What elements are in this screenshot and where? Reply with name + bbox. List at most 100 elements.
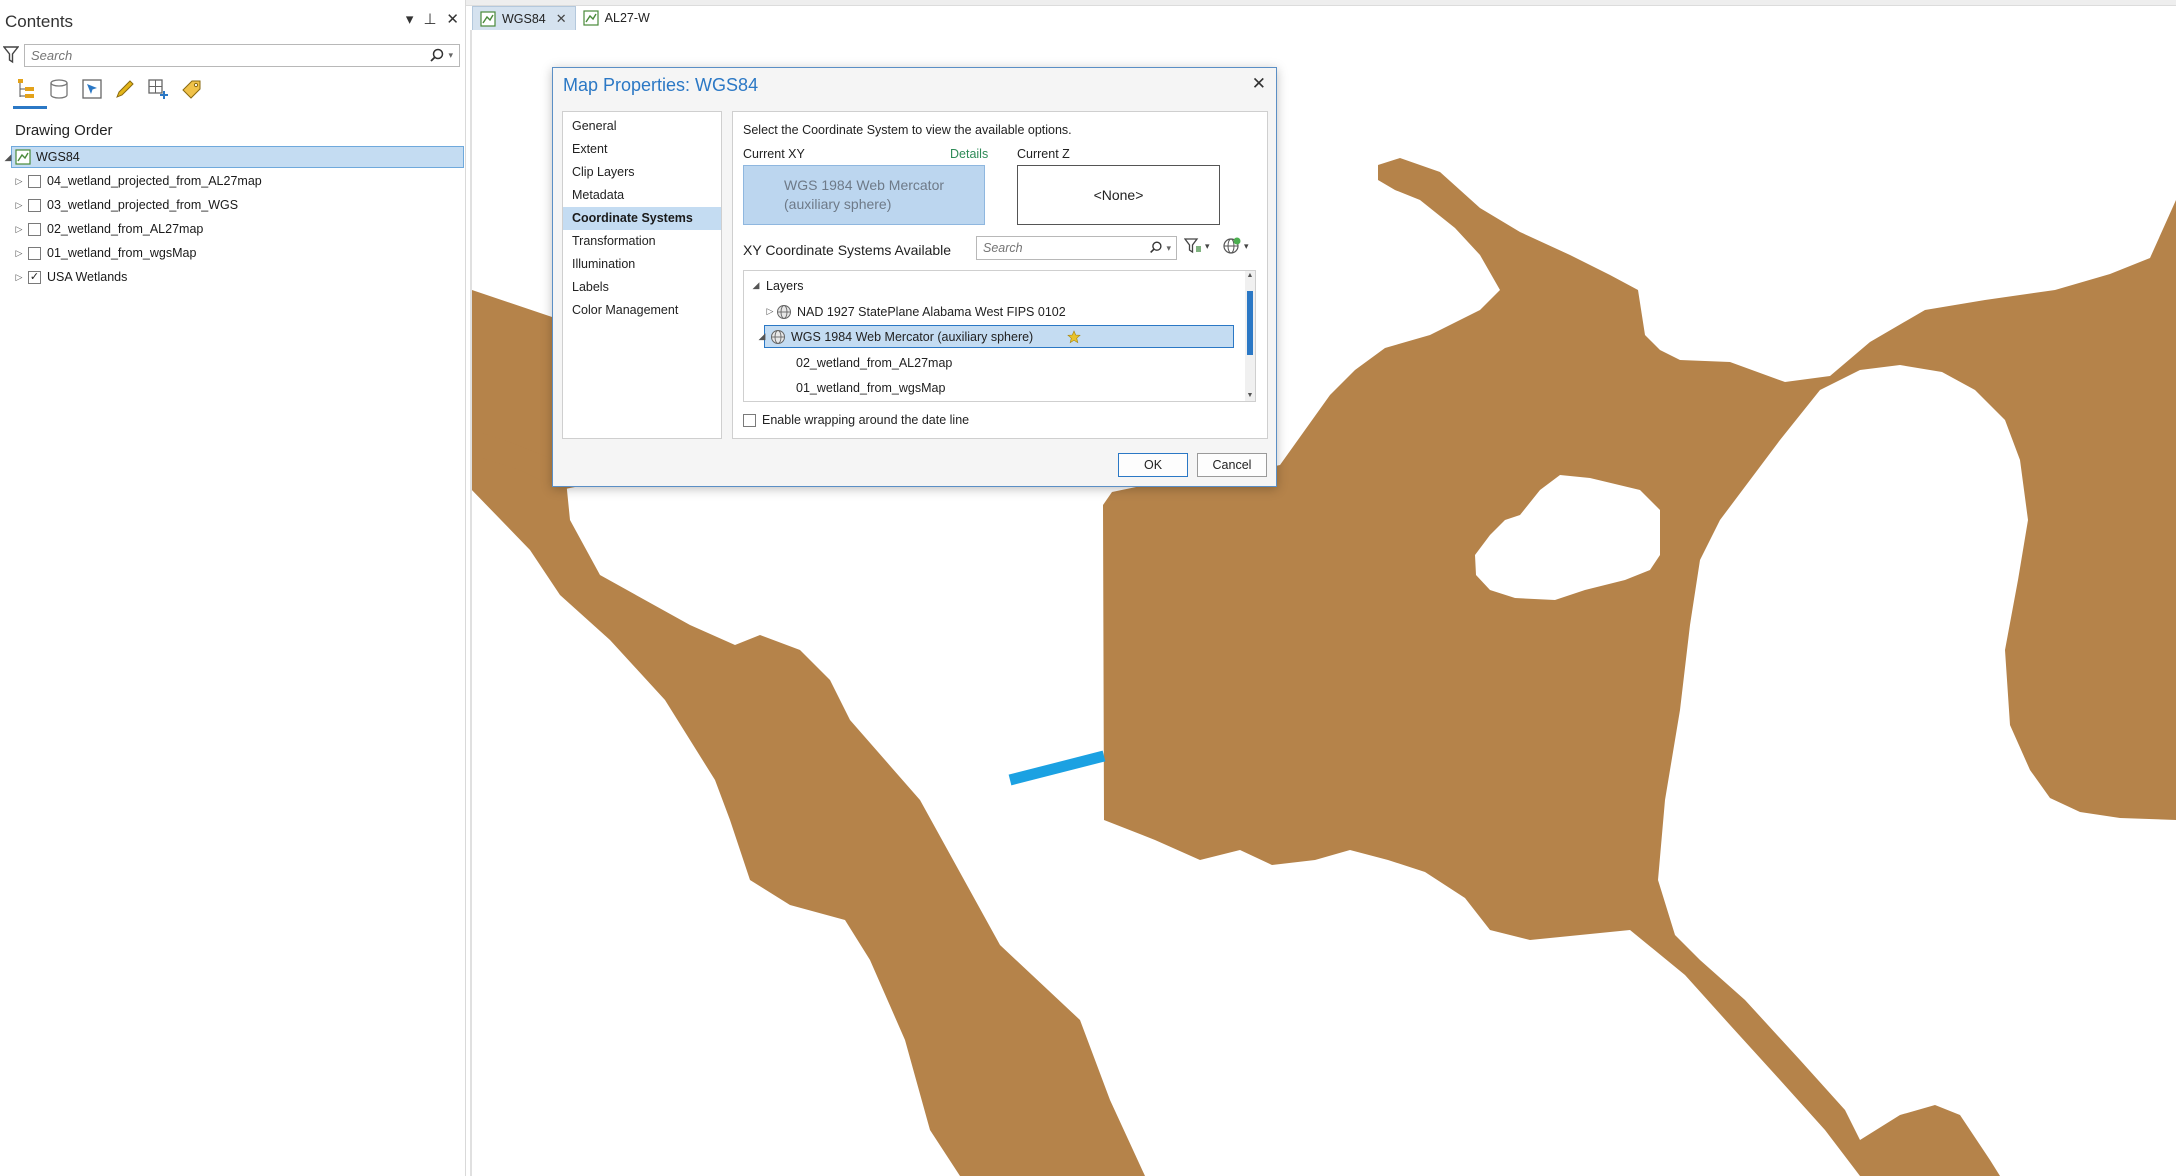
- expand-arrow-icon[interactable]: ▷: [764, 306, 776, 317]
- globe-icon: [777, 304, 791, 319]
- filter-icon[interactable]: [3, 46, 19, 64]
- pane-menu-icon[interactable]: ▾: [406, 10, 414, 28]
- layer-item[interactable]: ▷ 03_wetland_projected_from_WGS: [4, 194, 239, 216]
- close-icon[interactable]: ✕: [1252, 74, 1266, 94]
- dialog-title: Map Properties: WGS84: [563, 75, 759, 95]
- properties-nav: General Extent Clip Layers Metadata Coordina…: [562, 111, 722, 439]
- filter-button[interactable]: ▾: [1184, 237, 1210, 255]
- tree-item-wgs1984-web-mercator[interactable]: ◢ WGS 1984 Web Mercator (auxiliary spher…: [759, 325, 1234, 348]
- tree-root-layers[interactable]: ◢ Layers: [750, 274, 804, 297]
- available-search-input[interactable]: [977, 241, 1149, 255]
- contents-title: Contents: [5, 12, 74, 31]
- contents-search-box[interactable]: ▾: [24, 44, 460, 67]
- coordinate-systems-panel: Select the Coordinate System to view the…: [732, 111, 1268, 439]
- current-xy-line2: (auxiliary sphere): [784, 196, 892, 212]
- layer-visibility-checkbox[interactable]: ✓: [28, 270, 41, 284]
- layer-label: 03_wetland_projected_from_WGS: [47, 198, 239, 212]
- layer-item[interactable]: ▷ ✓ USA Wetlands: [4, 266, 128, 288]
- list-by-editing-icon[interactable]: [113, 76, 137, 102]
- filter-icon: [1184, 238, 1201, 254]
- expand-arrow-icon[interactable]: ▷: [14, 224, 24, 235]
- scroll-thumb[interactable]: [1247, 291, 1253, 355]
- nav-item[interactable]: Coordinate Systems: [563, 207, 721, 230]
- list-by-drawing-order-icon[interactable]: [14, 76, 38, 102]
- wrap-dateline-label: Enable wrapping around the date line: [762, 413, 970, 427]
- wrap-dateline-option[interactable]: Enable wrapping around the date line: [743, 413, 969, 427]
- layer-item[interactable]: ▷ 02_wetland_from_AL27map: [4, 218, 204, 240]
- nav-item[interactable]: General: [563, 115, 721, 138]
- layer-item[interactable]: ▷ 04_wetland_projected_from_AL27map: [4, 170, 262, 192]
- contents-search-input[interactable]: [25, 45, 429, 66]
- details-link[interactable]: Details: [950, 147, 988, 161]
- active-tool-indicator: [13, 106, 47, 109]
- map-icon: [583, 10, 599, 26]
- contents-pane: Contents ▾ ⊥ ✕ ▾: [0, 0, 466, 1176]
- tree-item-nad1927[interactable]: ▷ NAD 1927 StatePlane Alabama West FIPS …: [764, 300, 1066, 323]
- nav-item[interactable]: Transformation: [563, 230, 721, 253]
- globe-icon: [771, 329, 785, 344]
- search-dropdown-icon[interactable]: ▾: [1166, 243, 1171, 254]
- map-icon: [15, 149, 31, 165]
- scroll-up-icon[interactable]: ▲: [1245, 271, 1255, 281]
- tree-item-label: NAD 1927 StatePlane Alabama West FIPS 01…: [797, 304, 1066, 319]
- layer-visibility-checkbox[interactable]: [28, 174, 41, 188]
- tab-wgs84[interactable]: WGS84 ✕: [472, 6, 576, 30]
- stream-line: [1008, 750, 1106, 786]
- map-item-wgs84[interactable]: ◢ WGS84: [5, 146, 464, 168]
- search-dropdown-icon[interactable]: ▾: [448, 50, 453, 61]
- nav-item[interactable]: Extent: [563, 138, 721, 161]
- list-by-selection-icon[interactable]: [80, 76, 104, 102]
- layer-label: USA Wetlands: [47, 270, 128, 284]
- close-tab-icon[interactable]: ✕: [556, 11, 567, 27]
- expand-arrow-icon[interactable]: ▷: [14, 248, 24, 259]
- search-icon[interactable]: [428, 47, 446, 65]
- nav-item[interactable]: Labels: [563, 276, 721, 299]
- map-properties-dialog: Map Properties: WGS84 ✕ General Extent Cli…: [552, 67, 1277, 487]
- nav-item[interactable]: Color Management: [563, 299, 721, 322]
- nav-item[interactable]: Illumination: [563, 253, 721, 276]
- pane-controls: ▾ ⊥ ✕: [406, 10, 459, 28]
- collapse-arrow-icon[interactable]: ◢: [750, 280, 762, 291]
- layer-visibility-checkbox[interactable]: [28, 222, 41, 236]
- close-pane-icon[interactable]: ✕: [446, 10, 459, 28]
- tree-scrollbar[interactable]: ▲ ▼: [1245, 271, 1255, 401]
- layer-label: 01_wetland_from_wgsMap: [47, 246, 197, 260]
- expand-arrow-icon[interactable]: ▷: [14, 272, 24, 283]
- ok-button[interactable]: OK: [1118, 453, 1188, 477]
- instruction-text: Select the Coordinate System to view the…: [743, 123, 1072, 137]
- tab-label: AL27-W: [604, 11, 650, 25]
- wrap-dateline-checkbox[interactable]: [743, 413, 756, 427]
- tree-child-item[interactable]: 01_wetland_from_wgsMap: [796, 376, 945, 399]
- map-tabs: WGS84 ✕ AL27-W: [472, 6, 658, 30]
- layer-visibility-checkbox[interactable]: [28, 246, 41, 260]
- nav-item[interactable]: Clip Layers: [563, 161, 721, 184]
- favorite-star-icon[interactable]: [1067, 329, 1081, 344]
- tab-al27-w[interactable]: AL27-W: [576, 6, 658, 30]
- cancel-button[interactable]: Cancel: [1197, 453, 1267, 477]
- current-xy-box[interactable]: WGS 1984 Web Mercator (auxiliary sphere): [743, 165, 985, 225]
- chevron-down-icon: ▾: [1205, 240, 1210, 251]
- collapse-arrow-icon[interactable]: ◢: [756, 331, 768, 342]
- current-z-box[interactable]: <None>: [1017, 165, 1220, 225]
- layer-item[interactable]: ▷ 01_wetland_from_wgsMap: [4, 242, 197, 264]
- available-search-box[interactable]: ▾: [976, 236, 1177, 260]
- layer-visibility-checkbox[interactable]: [28, 198, 41, 212]
- list-by-labeling-icon[interactable]: [179, 76, 203, 102]
- tree-child-item[interactable]: 02_wetland_from_AL27map: [796, 351, 952, 374]
- expand-arrow-icon[interactable]: ▷: [14, 200, 24, 211]
- globe-add-icon: [1223, 237, 1241, 254]
- search-icon[interactable]: [1148, 240, 1164, 256]
- expand-arrow-icon[interactable]: ▷: [14, 176, 24, 187]
- chevron-down-icon: ▾: [1244, 240, 1249, 251]
- map-icon: [480, 10, 496, 27]
- current-xy-line1: WGS 1984 Web Mercator: [784, 177, 945, 193]
- list-by-snapping-icon[interactable]: [146, 76, 170, 102]
- collapse-arrow-icon[interactable]: ◢: [3, 152, 13, 163]
- nav-item[interactable]: Metadata: [563, 184, 721, 207]
- scroll-down-icon[interactable]: ▼: [1245, 391, 1255, 401]
- tree-item-label: WGS 1984 Web Mercator (auxiliary sphere): [791, 329, 1034, 344]
- list-by-data-source-icon[interactable]: [47, 76, 71, 102]
- add-coordinate-system-button[interactable]: ▾: [1223, 237, 1249, 255]
- pin-icon[interactable]: ⊥: [423, 10, 436, 28]
- layer-label: 04_wetland_projected_from_AL27map: [47, 174, 262, 188]
